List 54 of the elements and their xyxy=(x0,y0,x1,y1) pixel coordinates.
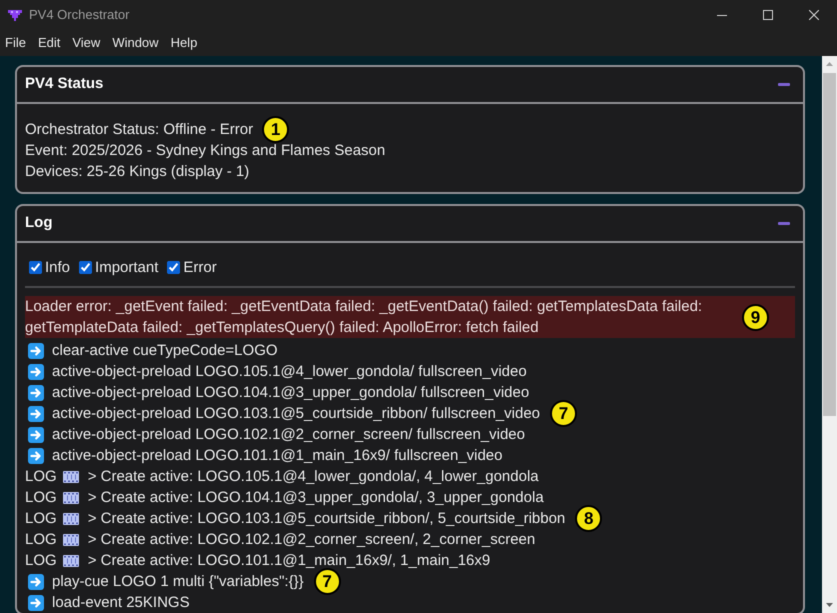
panel-title: PV4 Status xyxy=(25,74,104,94)
log-text: > Create active: LOGO.103.1@5_courtside_ribbon/, 5_courtside_ribbon xyxy=(88,509,566,529)
window-title: PV4 Orchestrator xyxy=(29,6,130,24)
status-text: Devices: 25-26 Kings (display - 1) xyxy=(25,162,250,182)
log-text: active-object-preload LOGO.103.1@5_courtside_ribbon/ fullscreen_video xyxy=(52,404,540,424)
log-text: > Create active: LOGO.102.1@2_corner_screen/, 2_corner_screen xyxy=(88,530,536,550)
menu-item[interactable]: Window xyxy=(112,34,159,52)
checkbox-label[interactable]: Important xyxy=(95,257,158,278)
log-text: active-object-preload LOGO.102.1@2_corner_screen/ fullscreen_video xyxy=(52,425,525,445)
minus-icon xyxy=(778,83,790,86)
log-text: > Create active: LOGO.104.1@3_upper_gondola/, 3_upper_gondola xyxy=(88,488,544,508)
log-prefix: LOG xyxy=(25,488,57,508)
scrollbar-thumb[interactable] xyxy=(823,73,836,416)
log-text: > Create active: LOGO.101.1@1_main_16x9/, 1_main_16x9 xyxy=(88,551,490,571)
film-strip-icon xyxy=(62,470,79,482)
log-text: active-object-preload LOGO.104.1@3_upper_gondola/ fullscreen_video xyxy=(52,383,530,403)
log-text: play-cue LOGO 1 multi {"variables":{}} xyxy=(52,572,304,592)
filter-checkbox[interactable] xyxy=(167,261,180,274)
minimize-icon xyxy=(717,14,727,16)
log-prefix: LOG xyxy=(25,551,57,571)
film-strip-icon xyxy=(62,534,79,546)
log-prefix: LOG xyxy=(25,467,57,487)
checkbox-label[interactable]: Info xyxy=(45,257,70,278)
scroll-down-arrow-icon[interactable] xyxy=(826,603,833,607)
menu-item[interactable]: View xyxy=(72,34,100,52)
status-text: Orchestrator Status: Offline - Error xyxy=(25,120,254,140)
log-text: Loader error: _getEvent failed: _getEventData failed: _getEventData() failed: getTemplatesData failed: getTemplateData failed: _getTemplatesQuery() failed: ApolloError: fetch failed xyxy=(25,297,704,338)
callout-marker: 9 xyxy=(742,304,769,330)
log-text: load-event 25KINGS xyxy=(52,593,190,613)
status-text: Event: 2025/2026 - Sydney Kings and Flames Season xyxy=(25,141,386,161)
film-strip-icon xyxy=(62,492,79,504)
menu-item[interactable]: Edit xyxy=(38,34,60,52)
menu-item[interactable]: Help xyxy=(170,34,198,52)
menu-item[interactable]: File xyxy=(5,34,26,52)
log-prefix: LOG xyxy=(25,509,57,529)
film-strip-icon xyxy=(62,512,79,524)
filter-checkbox[interactable] xyxy=(29,261,42,274)
log-prefix: LOG xyxy=(25,530,57,550)
log-text: > Create active: LOGO.105.1@4_lower_gondola/, 4_lower_gondola xyxy=(88,467,539,487)
filter-checkbox[interactable] xyxy=(79,261,92,274)
callout-marker: 1 xyxy=(262,116,290,143)
maximize-icon xyxy=(763,10,773,20)
close-icon xyxy=(809,10,819,20)
callout-marker: 8 xyxy=(575,505,602,532)
panel-title: Log xyxy=(25,213,54,234)
log-text: clear-active cueTypeCode=LOGO xyxy=(52,341,278,361)
callout-marker: 7 xyxy=(550,400,578,427)
film-strip-icon xyxy=(62,554,79,566)
log-text: active-object-preload LOGO.101.1@1_main_16x9/ fullscreen_video xyxy=(52,446,502,466)
callout-marker: 7 xyxy=(314,568,341,595)
app-logo-icon xyxy=(8,9,22,21)
checkbox-label[interactable]: Error xyxy=(183,257,217,278)
log-text: active-object-preload LOGO.105.1@4_lower_gondola/ fullscreen_video xyxy=(52,362,527,382)
minus-icon xyxy=(778,222,790,225)
